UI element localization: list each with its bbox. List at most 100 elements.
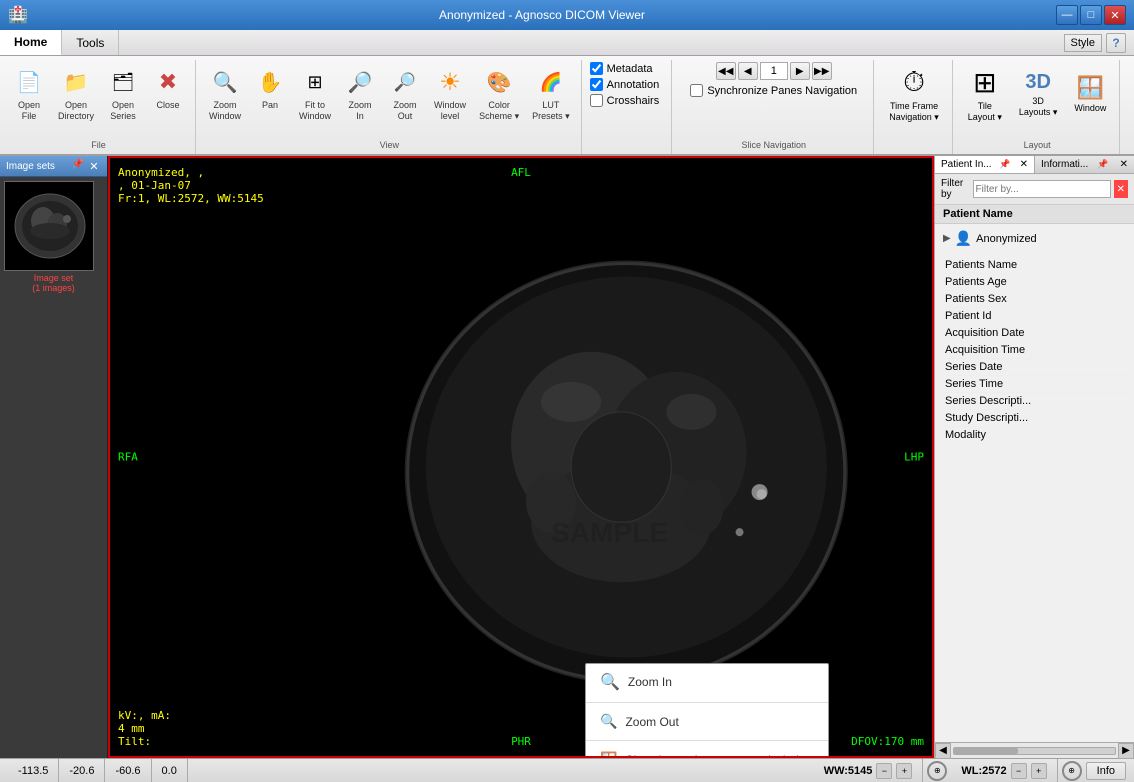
ww-decrease-button[interactable]: − xyxy=(876,763,892,779)
close-button[interactable]: ✖ Close xyxy=(147,62,189,115)
3d-layouts-label: 3DLayouts ▾ xyxy=(1019,96,1058,118)
info-patients-age[interactable]: Patients Age xyxy=(941,274,1128,291)
ww-indicator[interactable]: ⊕ xyxy=(927,761,947,781)
main-content: Image sets 📌 ✕ Image set(1 images) xyxy=(0,156,1134,758)
3d-layouts-button[interactable]: 3D 3DLayouts ▾ xyxy=(1012,67,1065,122)
scroll-thumb[interactable] xyxy=(954,748,1018,754)
lut-presets-icon: 🌈 xyxy=(535,66,567,98)
zoom-out-icon: 🔍 xyxy=(389,66,421,98)
patient-name-col-header: Patient Name xyxy=(935,205,1134,224)
metadata-check[interactable]: Metadata xyxy=(590,62,660,75)
maximize-button[interactable]: □ xyxy=(1080,5,1102,25)
tile-layout-button[interactable]: ⊞ TileLayout ▾ xyxy=(961,62,1009,127)
zoom-in-button[interactable]: 🔎 ZoomIn xyxy=(339,62,381,126)
patient-item[interactable]: ▶ 👤 Anonymized xyxy=(939,228,1130,249)
info-series-date[interactable]: Series Date xyxy=(941,359,1128,376)
metadata-checkbox[interactable] xyxy=(590,62,603,75)
dicom-viewport[interactable]: SAMPLE Anonymized, , , 01-Jan-07 Fr:1, W… xyxy=(108,156,934,758)
coord-y-value: -20.6 xyxy=(69,765,94,777)
tab-information[interactable]: Informati... 📌 ✕ xyxy=(1035,156,1134,173)
sync-panes-check[interactable]: Synchronize Panes Navigation xyxy=(690,84,857,97)
context-zoom-in[interactable]: 🔍 Zoom In xyxy=(586,664,828,700)
info-patients-sex[interactable]: Patients Sex xyxy=(941,291,1128,308)
zoom-window-button[interactable]: 🔍 ZoomWindow xyxy=(204,62,246,126)
sync-panes-checkbox[interactable] xyxy=(690,84,703,97)
nav-next-button[interactable]: ▶ xyxy=(790,62,810,80)
crosshairs-checkbox[interactable] xyxy=(590,94,603,107)
zoom-in-label: ZoomIn xyxy=(349,100,372,122)
lut-presets-label: LUTPresets ▾ xyxy=(532,100,570,122)
open-directory-button[interactable]: 📁 OpenDirectory xyxy=(53,62,99,126)
info-acquisition-date[interactable]: Acquisition Date xyxy=(941,325,1128,342)
minimize-button[interactable]: — xyxy=(1056,5,1078,25)
context-show-separated[interactable]: 🪟 Show image in a separated window xyxy=(586,743,828,758)
info-modality[interactable]: Modality xyxy=(941,427,1128,444)
filter-label: Filter by xyxy=(941,178,970,200)
ribbon-group-file: 📄 OpenFile 📁 OpenDirectory 🗂 OpenSeries … xyxy=(2,60,196,154)
scroll-left-button[interactable]: ◀ xyxy=(935,743,951,759)
open-directory-label: OpenDirectory xyxy=(58,100,94,122)
layout-buttons: ⊞ TileLayout ▾ 3D 3DLayouts ▾ 🪟 Window xyxy=(961,62,1114,143)
show-separated-label: Show image in a separated window xyxy=(625,753,814,759)
open-file-button[interactable]: 📄 OpenFile xyxy=(8,62,50,126)
crosshairs-check[interactable]: Crosshairs xyxy=(590,94,660,107)
wl-indicator[interactable]: ⊕ xyxy=(1062,761,1082,781)
filter-input[interactable] xyxy=(973,180,1111,198)
ww-section: WW:5145 − + xyxy=(814,759,924,782)
fit-to-window-button[interactable]: ⊞ Fit toWindow xyxy=(294,62,336,126)
annotation-checkbox[interactable] xyxy=(590,78,603,91)
window-icon: 🪟 xyxy=(1077,75,1104,101)
crosshairs-label: Crosshairs xyxy=(607,95,660,107)
window-level-button[interactable]: ☀ Windowlevel xyxy=(429,62,471,126)
info-button[interactable]: Info xyxy=(1086,762,1126,780)
app-icon: 🏥 xyxy=(8,5,28,25)
info-series-description[interactable]: Series Descripti... xyxy=(941,393,1128,410)
info-study-description[interactable]: Study Descripti... xyxy=(941,410,1128,427)
info-patient-id[interactable]: Patient Id xyxy=(941,308,1128,325)
patient-info-tab-pin[interactable]: 📌 xyxy=(999,159,1010,170)
information-tab-pin[interactable]: 📌 xyxy=(1097,159,1108,170)
pan-button[interactable]: ✋ Pan xyxy=(249,62,291,115)
lut-presets-button[interactable]: 🌈 LUTPresets ▾ xyxy=(527,62,575,126)
open-series-button[interactable]: 🗂 OpenSeries xyxy=(102,62,144,126)
right-panel-tabs: Patient In... 📌 ✕ Informati... 📌 ✕ xyxy=(935,156,1134,174)
zoom-window-icon: 🔍 xyxy=(209,66,241,98)
filter-clear-button[interactable]: ✕ xyxy=(1114,180,1128,198)
slice-nav-group-label: Slice Navigation xyxy=(674,140,873,150)
patient-info-tab-close[interactable]: ✕ xyxy=(1020,159,1028,170)
information-tab-close[interactable]: ✕ xyxy=(1120,159,1128,170)
zoom-out-button[interactable]: 🔍 ZoomOut xyxy=(384,62,426,126)
wl-decrease-button[interactable]: − xyxy=(1011,763,1027,779)
ww-increase-button[interactable]: + xyxy=(896,763,912,779)
info-patients-name[interactable]: Patients Name xyxy=(941,257,1128,274)
patient-name-column: Patient Name xyxy=(943,208,1013,220)
style-dropdown[interactable]: Style xyxy=(1064,34,1102,52)
close-icon: ✖ xyxy=(152,66,184,98)
close-button[interactable]: ✕ xyxy=(1104,5,1126,25)
window-button[interactable]: 🪟 Window xyxy=(1067,71,1113,118)
tab-home[interactable]: Home xyxy=(0,30,62,55)
nav-first-button[interactable]: ◀◀ xyxy=(716,62,736,80)
app-title: Anonymized - Agnosco DICOM Viewer xyxy=(28,8,1056,22)
tab-tools[interactable]: Tools xyxy=(62,30,119,55)
wl-increase-button[interactable]: + xyxy=(1031,763,1047,779)
color-scheme-button[interactable]: 🎨 ColorScheme ▾ xyxy=(474,62,524,126)
time-frame-button[interactable]: ⏱ Time FrameNavigation ▾ xyxy=(882,62,946,127)
tab-patient-info[interactable]: Patient In... 📌 ✕ xyxy=(935,156,1035,173)
coord-y-section: -20.6 xyxy=(59,759,105,782)
zoom-in-context-icon: 🔍 xyxy=(600,672,620,692)
nav-prev-button[interactable]: ◀ xyxy=(738,62,758,80)
context-zoom-out[interactable]: 🔍 Zoom Out xyxy=(586,705,828,738)
scroll-right-button[interactable]: ▶ xyxy=(1118,743,1134,759)
nav-last-button[interactable]: ▶▶ xyxy=(812,62,832,80)
panel-close-button[interactable]: ✕ xyxy=(87,159,101,173)
help-button[interactable]: ? xyxy=(1106,33,1126,53)
scroll-track[interactable] xyxy=(953,747,1116,755)
annotation-check[interactable]: Annotation xyxy=(590,78,660,91)
info-series-time[interactable]: Series Time xyxy=(941,376,1128,393)
image-sets-header: Image sets 📌 ✕ xyxy=(0,156,107,177)
panel-pin-icon[interactable]: 📌 xyxy=(72,159,84,173)
image-set-item[interactable]: Image set(1 images) xyxy=(0,177,107,297)
frame-number-input[interactable] xyxy=(760,62,788,80)
info-acquisition-time[interactable]: Acquisition Time xyxy=(941,342,1128,359)
